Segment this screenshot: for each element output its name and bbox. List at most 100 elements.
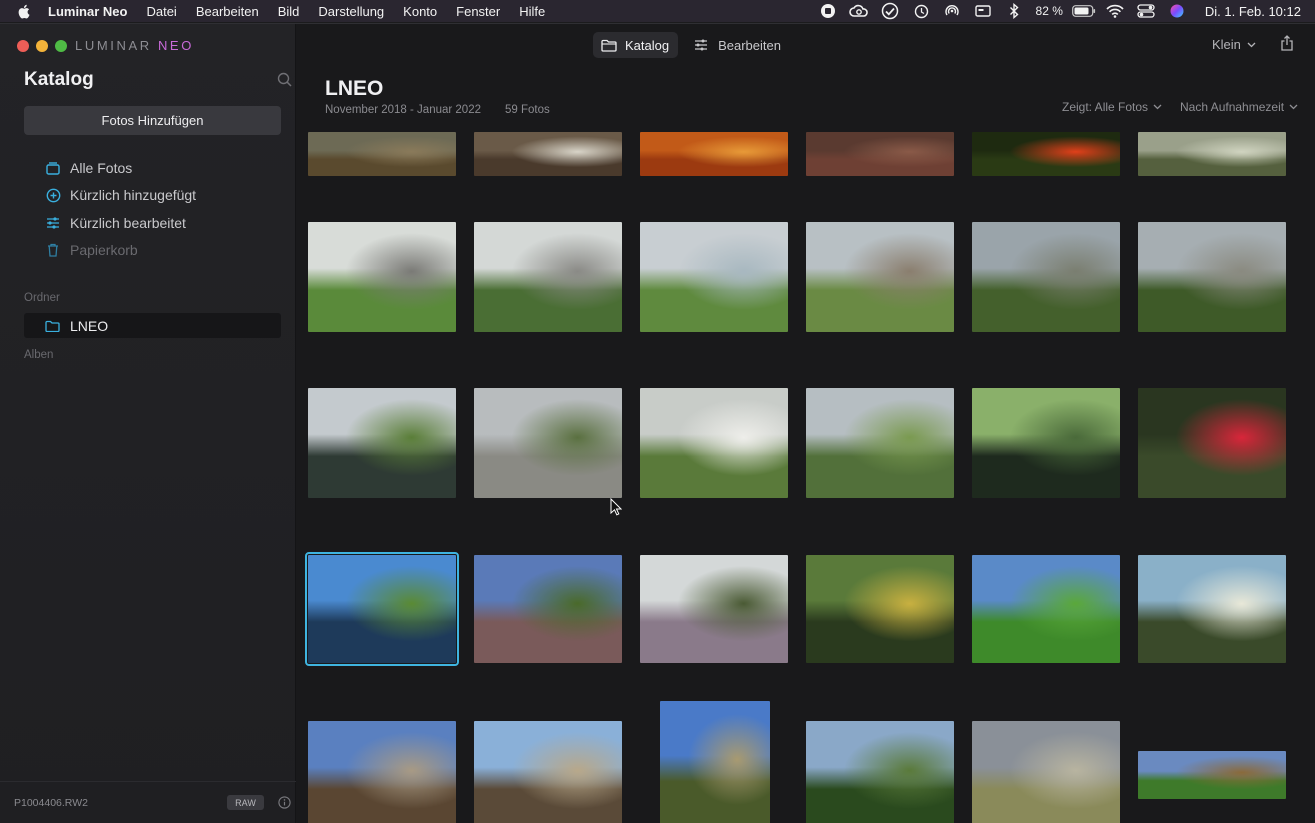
- catalog-photo-count: 59 Fotos: [505, 104, 550, 116]
- photo-thumbnail-birch-meadow[interactable]: [640, 388, 788, 498]
- trash-icon: [45, 242, 61, 258]
- photo-thumbnail-wooden-rail-ball[interactable]: [806, 222, 954, 332]
- photo-thumbnail-red-flowers[interactable]: [972, 132, 1120, 176]
- photo-thumbnail-stone-columns-1[interactable]: [308, 222, 456, 332]
- record-icon[interactable]: [813, 0, 844, 22]
- checkmark-circle-icon[interactable]: [875, 0, 906, 22]
- window-controls: [17, 40, 67, 52]
- photo-thumbnail-moor-pond[interactable]: [640, 222, 788, 332]
- mode-tabs: Katalog Bearbeiten: [593, 32, 790, 58]
- siri-icon[interactable]: [1162, 0, 1193, 22]
- menu-darstellung[interactable]: Darstellung: [318, 4, 384, 19]
- sidebar-title: Katalog: [24, 69, 94, 90]
- sidebar-item-recently-edited[interactable]: Kürzlich bearbeitet: [24, 209, 281, 237]
- minimize-window-button[interactable]: [36, 40, 48, 52]
- photo-thumbnail-dead-tree-pond[interactable]: [972, 222, 1120, 332]
- apple-icon[interactable]: [17, 3, 31, 19]
- show-filter-dropdown[interactable]: Zeigt: Alle Fotos: [1062, 100, 1162, 114]
- albums-section-label[interactable]: Alben: [24, 349, 53, 361]
- menu-app-name[interactable]: Luminar Neo: [48, 4, 127, 19]
- photo-thumbnail-stone-columns-2[interactable]: [474, 222, 622, 332]
- size-select-label: Klein: [1212, 37, 1241, 52]
- selected-filename: P1004406.RW2: [14, 797, 88, 809]
- photo-thumbnail-cut-field-1[interactable]: [308, 721, 456, 823]
- add-photos-button[interactable]: Fotos Hinzufügen: [24, 106, 281, 135]
- battery-icon[interactable]: [1069, 0, 1100, 22]
- photo-thumbnail-forest-swamp[interactable]: [972, 388, 1120, 498]
- menu-bild[interactable]: Bild: [278, 4, 300, 19]
- photo-thumbnail-boardwalk[interactable]: [474, 388, 622, 498]
- bluetooth-icon[interactable]: [999, 0, 1030, 22]
- photo-grid: [297, 122, 1315, 823]
- sidebar-nav: Alle Fotos Kürzlich hinzugefügt Kürzlich…: [24, 154, 281, 264]
- battery-percent: 82 %: [1035, 4, 1063, 18]
- folders-section-label: Ordner: [24, 292, 60, 304]
- info-icon[interactable]: [278, 796, 291, 809]
- photo-thumbnail-dead-tree-pond-2[interactable]: [1138, 222, 1286, 332]
- sidebar-item-label: Alle Fotos: [70, 159, 133, 176]
- photo-thumbnail-cut-field-2[interactable]: [474, 721, 622, 823]
- sidebar: LUMINAR NEO Katalog Fotos Hinzufügen All…: [0, 24, 296, 823]
- photo-thumbnail-tall-trees-up[interactable]: [660, 701, 770, 823]
- zoom-window-button[interactable]: [55, 40, 67, 52]
- photo-thumbnail-branch-bokeh[interactable]: [1138, 132, 1286, 176]
- time-machine-icon[interactable]: [906, 0, 937, 22]
- photo-thumbnail-sun-tree[interactable]: [1138, 555, 1286, 663]
- photo-thumbnail-mushrooms-leaves[interactable]: [474, 132, 622, 176]
- app-logo: LUMINAR NEO: [75, 38, 194, 53]
- tab-bearbeiten[interactable]: Bearbeiten: [686, 32, 790, 58]
- creative-cloud-icon[interactable]: [844, 0, 875, 22]
- tab-label: Katalog: [625, 37, 670, 53]
- photo-thumbnail-moor-lake[interactable]: [308, 388, 456, 498]
- photo-thumbnail-field-path-cloudy[interactable]: [972, 721, 1120, 823]
- sidebar-folder-lneo[interactable]: LNEO: [24, 313, 281, 338]
- catalog-title: LNEO: [325, 77, 384, 100]
- tab-katalog[interactable]: Katalog: [593, 32, 679, 58]
- photo-thumbnail-heath-purple[interactable]: [640, 555, 788, 663]
- clock[interactable]: Di. 1. Feb. 10:12: [1205, 4, 1301, 19]
- search-icon[interactable]: [277, 72, 293, 88]
- photo-thumbnail-panorama-fields[interactable]: [1138, 751, 1286, 799]
- photo-thumbnail-pond-blue-sky[interactable]: [305, 552, 459, 666]
- menu-konto[interactable]: Konto: [403, 4, 437, 19]
- plus-circle-icon: [45, 187, 61, 203]
- menu-hilfe[interactable]: Hilfe: [519, 4, 545, 19]
- sidebar-item-label: Kürzlich bearbeitet: [70, 214, 186, 231]
- menu-fenster[interactable]: Fenster: [456, 4, 500, 19]
- menu-datei[interactable]: Datei: [146, 4, 176, 19]
- filter-label: Zeigt: Alle Fotos: [1062, 100, 1149, 114]
- photo-thumbnail-brown-leaves[interactable]: [806, 132, 954, 176]
- sort-dropdown[interactable]: Nach Aufnahmezeit: [1180, 100, 1298, 114]
- airdrop-icon[interactable]: [937, 0, 968, 22]
- sidebar-item-label: Papierkorb: [70, 242, 138, 259]
- wifi-icon[interactable]: [1100, 0, 1131, 22]
- catalog-date-range: November 2018 - Januar 2022: [325, 104, 481, 116]
- sliders-icon: [694, 38, 710, 52]
- photo-thumbnail-dragonfly-post[interactable]: [1138, 388, 1286, 498]
- photo-thumbnail-moor-water-grass[interactable]: [806, 388, 954, 498]
- app-window: LUMINAR NEO Katalog Fotos Hinzufügen All…: [0, 23, 1315, 823]
- thumbnail-size-select[interactable]: Klein: [1212, 37, 1256, 52]
- sort-label: Nach Aufnahmezeit: [1180, 100, 1285, 114]
- sidebar-item-all-photos[interactable]: Alle Fotos: [24, 154, 281, 182]
- folder-label: LNEO: [70, 317, 109, 334]
- sidebar-item-recently-added[interactable]: Kürzlich hinzugefügt: [24, 182, 281, 210]
- photo-thumbnail-heath-path[interactable]: [308, 132, 456, 176]
- chevron-down-icon: [1247, 42, 1256, 47]
- control-center-icon[interactable]: [1131, 0, 1162, 22]
- close-window-button[interactable]: [17, 40, 29, 52]
- photo-thumbnail-park-meadow[interactable]: [972, 555, 1120, 663]
- menu-bearbeiten[interactable]: Bearbeiten: [196, 4, 259, 19]
- photo-thumbnail-forest-sunburst[interactable]: [806, 721, 954, 823]
- raw-badge: RAW: [227, 795, 264, 810]
- display-icon[interactable]: [968, 0, 999, 22]
- sidebar-item-trash[interactable]: Papierkorb: [24, 237, 281, 265]
- share-icon[interactable]: [1280, 35, 1294, 51]
- main-area: Katalog Bearbeiten Klein LNEO November 2…: [297, 24, 1315, 823]
- photo-thumbnail-autumn-forest[interactable]: [806, 555, 954, 663]
- tab-label: Bearbeiten: [718, 37, 781, 53]
- sidebar-item-label: Kürzlich hinzugefügt: [70, 187, 197, 204]
- photo-thumbnail-autumn-leaves[interactable]: [640, 132, 788, 176]
- menu-bar: Luminar Neo Datei Bearbeiten Bild Darste…: [0, 0, 1315, 22]
- photo-thumbnail-heath-tree[interactable]: [474, 555, 622, 663]
